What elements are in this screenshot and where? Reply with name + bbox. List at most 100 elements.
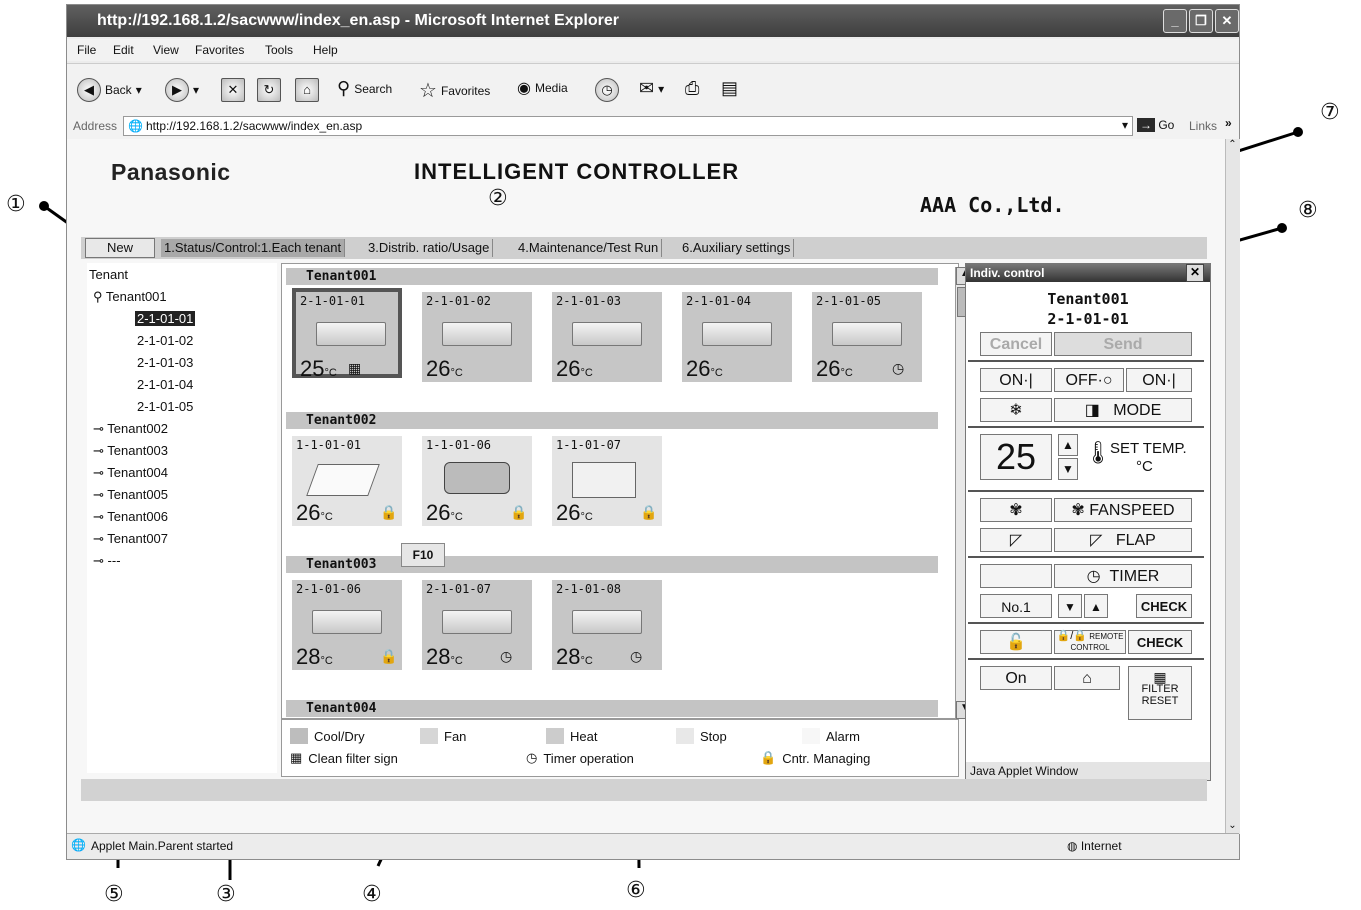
unit-tile[interactable]: 1-1-01-07 26°C 🔒 [552, 436, 662, 526]
unit-tile[interactable]: 2-1-01-07 28°C ◷ [422, 580, 532, 670]
menu-view[interactable]: View [153, 43, 179, 57]
unit-id: 2-1-01-08 [556, 582, 622, 596]
stop-button[interactable]: ✕ [221, 78, 245, 102]
unit-id: 2-1-01-01 [300, 294, 366, 308]
refresh-button[interactable]: ↻ [257, 78, 281, 102]
flap-icon[interactable]: ◸ [980, 528, 1052, 552]
unit-tile[interactable]: 2-1-01-06 28°C 🔒 [292, 580, 402, 670]
page-status-icon: 🌐 [71, 838, 86, 852]
unit-tile[interactable]: 2-1-01-05 26°C ◷ [812, 292, 922, 382]
tree-unit[interactable]: 2-1-01-04 [137, 377, 193, 392]
links-label[interactable]: Links [1189, 119, 1217, 133]
go-button[interactable]: → Go [1137, 118, 1174, 132]
remote-control-button[interactable]: 🔒/🔒 REMOTE CONTROL [1054, 630, 1126, 654]
f10-button[interactable]: F10 [401, 543, 445, 567]
menu-file[interactable]: File [77, 43, 96, 57]
close-button[interactable]: ✕ [1215, 9, 1239, 33]
menu-edit[interactable]: Edit [113, 43, 134, 57]
tree-tenant[interactable]: ⊸ Tenant002 [93, 421, 168, 437]
unit-tile[interactable]: 2-1-01-08 28°C ◷ [552, 580, 662, 670]
tree-unit[interactable]: 2-1-01-05 [137, 399, 193, 414]
send-button[interactable]: Send [1054, 332, 1192, 356]
unit-temp: 26°C [296, 500, 333, 525]
expand-icon[interactable]: ⚲ [93, 289, 103, 304]
unit-temp: 26°C [426, 500, 463, 525]
edit-button[interactable]: ▤ [721, 78, 738, 99]
page-scroll-up-icon[interactable]: ⌃ [1226, 139, 1239, 153]
favorites-button[interactable]: ☆ Favorites [419, 78, 490, 103]
cancel-button[interactable]: Cancel [980, 332, 1052, 356]
media-button[interactable]: ◉ Media [517, 78, 568, 98]
wall-ac-icon [442, 322, 512, 346]
tree-tenant[interactable]: ⊸ Tenant004 [93, 465, 168, 481]
unit-tile[interactable]: 2-1-01-02 26°C [422, 292, 532, 382]
unit-tile[interactable]: 2-1-01-01 25°C ▦ [292, 288, 402, 381]
filter-icon: ▦ [1153, 669, 1167, 685]
maximize-button[interactable]: ❐ [1189, 9, 1213, 33]
fan-icon[interactable]: ✾ [980, 498, 1052, 522]
home-button[interactable]: ⌂ [295, 78, 319, 102]
tab-status-control[interactable]: 1.Status/Control:1.Each tenant [161, 239, 346, 257]
page-scrollbar[interactable]: ⌃ ⌄ [1225, 139, 1240, 834]
back-button[interactable]: ◀ Back ▾ [77, 78, 142, 102]
temp-up-icon[interactable]: ▲ [1058, 434, 1078, 456]
tree-tenant[interactable]: ⊸ Tenant006 [93, 509, 168, 525]
unit-tile[interactable]: 2-1-01-03 26°C [552, 292, 662, 382]
page-icon: 🌐 [128, 119, 143, 133]
menu-help[interactable]: Help [313, 43, 338, 57]
tree-tenant[interactable]: ⊸ Tenant003 [93, 443, 168, 459]
unit-id: 1-1-01-01 [296, 438, 362, 452]
mode-button[interactable]: ◨ MODE [1054, 398, 1192, 422]
check-button[interactable]: CHECK [1136, 594, 1192, 618]
check-button-2[interactable]: CHECK [1128, 630, 1192, 654]
chevron-right-icon[interactable]: » [1225, 116, 1232, 130]
menu-tools[interactable]: Tools [265, 43, 293, 57]
wall-ac-icon [312, 610, 382, 634]
timer-down-icon[interactable]: ▼ [1058, 594, 1082, 618]
cool-mode-icon[interactable]: ❄ [980, 398, 1052, 422]
on-state-button[interactable]: ON·| [1126, 368, 1192, 392]
tree-tenant001[interactable]: ⚲ Tenant001 [93, 289, 167, 305]
timer-up-icon[interactable]: ▲ [1084, 594, 1108, 618]
dropdown-icon[interactable]: ▾ [1122, 118, 1128, 132]
tree-unit[interactable]: 2-1-01-02 [137, 333, 193, 348]
minimize-button[interactable]: _ [1163, 9, 1187, 33]
tree-unit[interactable]: 2-1-01-03 [137, 355, 193, 370]
timer-button[interactable]: ◷ TIMER [1054, 564, 1192, 588]
menu-favorites[interactable]: Favorites [195, 43, 244, 57]
tree-tenant[interactable]: ⊸ --- [93, 553, 121, 569]
legend: Cool/Dry Fan Heat Stop Alarm ▦ Clean filt… [281, 719, 959, 777]
unit-tile[interactable]: 1-1-01-01 26°C 🔒 [292, 436, 402, 526]
company-name: AAA Co.,Ltd. [920, 193, 1065, 217]
tab-maintenance[interactable]: 4.Maintenance/Test Run [515, 239, 663, 257]
on-button[interactable]: ON·| [980, 368, 1052, 392]
flap-button[interactable]: ◸ FLAP [1054, 528, 1192, 552]
unit-tile[interactable]: 2-1-01-04 26°C [682, 292, 792, 382]
print-button[interactable]: ⎙ [685, 78, 699, 99]
unit-tile[interactable]: 1-1-01-06 26°C 🔒 [422, 436, 532, 526]
address-input[interactable]: 🌐 http://192.168.1.2/sacwww/index_en.asp… [123, 116, 1133, 136]
temp-down-icon[interactable]: ▼ [1058, 458, 1078, 480]
unit-id: 1-1-01-06 [426, 438, 492, 452]
tree-tenant[interactable]: ⊸ Tenant007 [93, 531, 168, 547]
history-button[interactable]: ◷ [595, 78, 619, 102]
tab-auxiliary[interactable]: 6.Auxiliary settings [679, 239, 795, 257]
ventilation-icon[interactable]: ⌂ [1054, 666, 1120, 690]
forward-button[interactable]: ▶ ▾ [165, 78, 199, 102]
new-button[interactable]: New [85, 238, 155, 258]
tree-tenant[interactable]: ⊸ Tenant005 [93, 487, 168, 503]
tab-distrib-ratio[interactable]: 3.Distrib. ratio/Usage [365, 239, 494, 257]
mail-button[interactable]: ✉ ▾ [639, 78, 664, 99]
panel-close-icon[interactable]: ✕ [1186, 264, 1204, 282]
unit-id: 2-1-01-05 [816, 294, 882, 308]
tree-unit-selected[interactable]: 2-1-01-01 [135, 311, 196, 326]
tree-root[interactable]: Tenant [89, 267, 128, 282]
fanspeed-button[interactable]: ✾ FANSPEED [1054, 498, 1192, 522]
unlock-icon[interactable]: 🔓 [980, 630, 1052, 654]
filter-reset-button[interactable]: ▦ FILTER RESET [1128, 666, 1192, 720]
off-button[interactable]: OFF·○ [1054, 368, 1124, 392]
search-button[interactable]: ⚲ Search [337, 78, 392, 99]
page-scroll-down-icon[interactable]: ⌄ [1226, 820, 1239, 834]
address-label: Address [73, 119, 118, 133]
wall-ac-icon [832, 322, 902, 346]
